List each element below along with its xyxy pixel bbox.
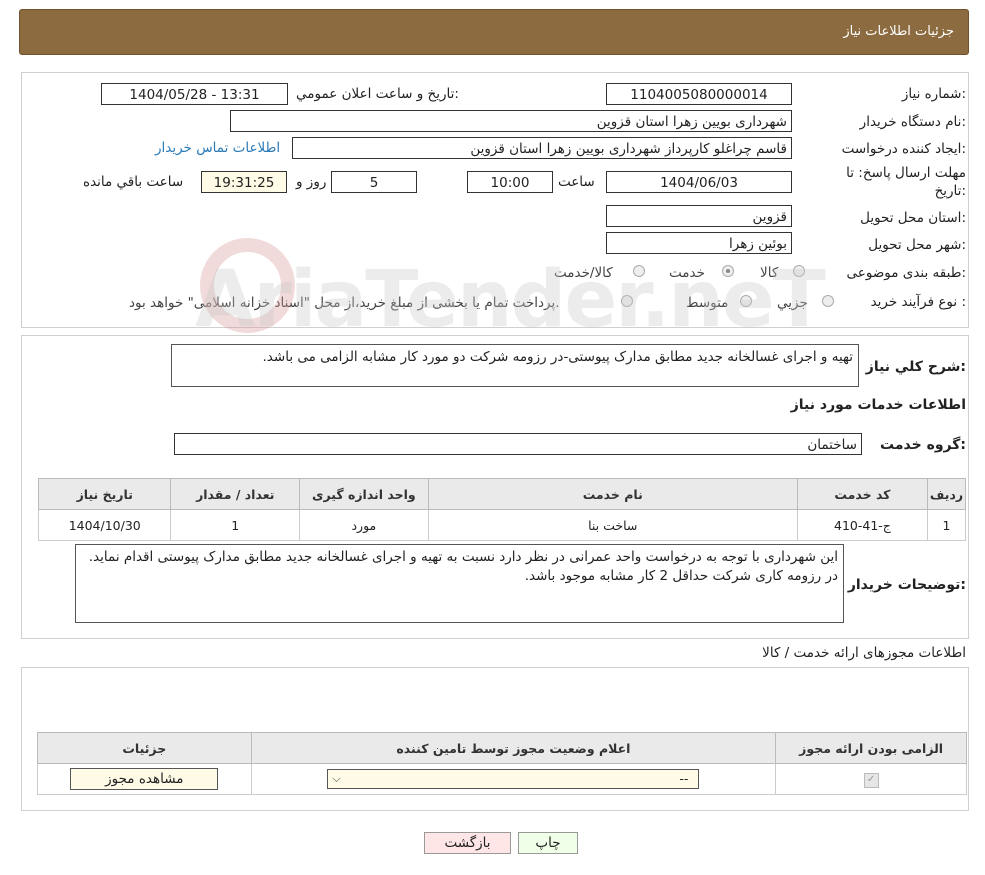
cell-permit-required: ✓ bbox=[775, 763, 967, 795]
col-unit: واحد اندازه گيری bbox=[299, 478, 429, 510]
category-option-service: خدمت bbox=[669, 265, 705, 281]
services-heading: اطلاعات خدمات مورد نياز bbox=[790, 397, 966, 413]
chevron-down-icon: ⌵ bbox=[332, 772, 341, 785]
col-need-date: تاريخ نياز bbox=[37, 478, 172, 510]
cell-service-code: ج-41-410 bbox=[796, 509, 929, 541]
category-option-goods-service: کالا/خدمت bbox=[554, 265, 613, 281]
print-button[interactable]: چاپ bbox=[518, 832, 578, 854]
deadline-label: مهلت ارسال پاسخ: تا bbox=[846, 165, 966, 181]
category-radio-service[interactable] bbox=[722, 265, 734, 277]
col-permit-required: الزامی بودن ارائه مجوز bbox=[775, 732, 967, 764]
buyer-org-field: شهرداری بویین زهرا استان قزوین bbox=[230, 110, 792, 132]
service-group-label: گروه خدمت: bbox=[880, 437, 966, 453]
permits-heading: اطلاعات مجوزهای ارائه خدمت / کالا bbox=[762, 645, 966, 661]
announce-datetime-field: 1404/05/28 - 13:31 bbox=[101, 83, 288, 105]
permit-required-checkbox: ✓ bbox=[863, 773, 879, 788]
service-group-field: ساختمان bbox=[174, 433, 862, 455]
col-service-name: نام خدمت bbox=[427, 478, 798, 510]
buyer-org-label: نام دستگاه خريدار: bbox=[859, 114, 966, 130]
cell-need-date: 1404/10/30 bbox=[37, 509, 172, 541]
deadline-time-label: ساعت bbox=[558, 174, 595, 190]
deadline-date-field: 1404/06/03 bbox=[606, 171, 792, 193]
buyer-notes-line-1: اين شهرداری با توجه به درخواست واحد عمرا… bbox=[88, 549, 838, 565]
deadline-time-field: 10:00 bbox=[467, 171, 553, 193]
process-option-medium: متوسط bbox=[686, 295, 729, 311]
need-number-label: شماره نیاز: bbox=[901, 86, 966, 102]
process-radio-medium[interactable] bbox=[740, 295, 752, 307]
province-label: استان محل تحويل: bbox=[860, 210, 966, 226]
buyer-contact-link[interactable]: اطلاعات تماس خريدار bbox=[155, 140, 280, 156]
province-field: قزوین bbox=[606, 205, 792, 227]
table-row: مشاهده مجوز -- ⌵ ✓ bbox=[37, 763, 967, 795]
cell-quantity: 1 bbox=[170, 509, 301, 541]
announce-label: تاریخ و ساعت اعلان عمومي: bbox=[296, 86, 459, 102]
requester-label: ايجاد کننده درخواست: bbox=[841, 141, 966, 157]
category-radio-goods-service[interactable] bbox=[633, 265, 645, 277]
buyer-notes-line-2: در رزومه کاری شرکت حداقل 2 کار مشابه موج… bbox=[524, 568, 838, 584]
summary-textarea[interactable]: تهیه و اجرای غسالخانه جدید مطابق مدارک پ… bbox=[171, 344, 859, 387]
col-permit-status: اعلام وضعيت مجوز توسط تامين کننده bbox=[250, 732, 777, 764]
permit-status-value: -- bbox=[679, 771, 689, 786]
treasury-checkbox[interactable] bbox=[621, 295, 633, 307]
view-permit-button[interactable]: مشاهده مجوز bbox=[70, 768, 219, 790]
page-title: جزئیات اطلاعات نیاز bbox=[843, 24, 954, 39]
category-option-goods: کالا bbox=[760, 265, 779, 281]
category-radio-goods[interactable] bbox=[793, 265, 805, 277]
process-label: نوع فرآيند خريد : bbox=[870, 294, 966, 310]
buyer-notes-textarea[interactable]: اين شهرداری با توجه به درخواست واحد عمرا… bbox=[75, 544, 844, 623]
col-service-code: کد خدمت bbox=[796, 478, 929, 510]
table-row: 1404/10/30 1 مورد ساخت بنا ج-41-410 1 bbox=[37, 509, 966, 541]
need-number-field: 1104005080000014 bbox=[606, 83, 792, 105]
permit-status-select[interactable]: -- ⌵ bbox=[327, 769, 700, 789]
cell-details: مشاهده مجوز bbox=[37, 763, 252, 795]
buyer-notes-label: توضيحات خريدار: bbox=[847, 577, 966, 593]
col-row-number: رديف bbox=[927, 478, 966, 510]
col-quantity: تعداد / مقدار bbox=[170, 478, 301, 510]
process-radio-partial[interactable] bbox=[822, 295, 834, 307]
col-details: جزئيات bbox=[37, 732, 252, 764]
category-label: طبقه بندی موضوعی: bbox=[846, 265, 966, 281]
remaining-time-field: 19:31:25 bbox=[201, 171, 287, 193]
city-field: بوئین زهرا bbox=[606, 232, 792, 254]
summary-label: شرح کلي نياز: bbox=[865, 359, 966, 375]
requester-field: قاسم چراغلو کارپرداز شهرداری بویین زهرا … bbox=[292, 137, 792, 159]
city-label: شهر محل تحويل: bbox=[868, 237, 966, 253]
permits-table: جزئيات اعلام وضعيت مجوز توسط تامين کننده… bbox=[37, 732, 967, 795]
page-header: جزئیات اطلاعات نیاز bbox=[19, 9, 969, 55]
remaining-time-label: ساعت باقي مانده bbox=[83, 174, 184, 190]
days-label: روز و bbox=[296, 174, 327, 190]
treasury-note: پرداخت تمام يا بخشی از مبلغ خريد،از محل … bbox=[129, 295, 560, 311]
back-button[interactable]: بازگشت bbox=[424, 832, 511, 854]
cell-service-name: ساخت بنا bbox=[427, 509, 798, 541]
cell-unit: مورد bbox=[299, 509, 429, 541]
services-table: تاريخ نياز تعداد / مقدار واحد اندازه گير… bbox=[37, 478, 966, 541]
cell-permit-status: -- ⌵ bbox=[250, 763, 777, 795]
cell-row-number: 1 bbox=[927, 509, 966, 541]
remaining-days-field: 5 bbox=[331, 171, 417, 193]
process-option-partial: جزیي bbox=[777, 295, 808, 311]
deadline-date-label: تاريخ: bbox=[934, 183, 966, 199]
